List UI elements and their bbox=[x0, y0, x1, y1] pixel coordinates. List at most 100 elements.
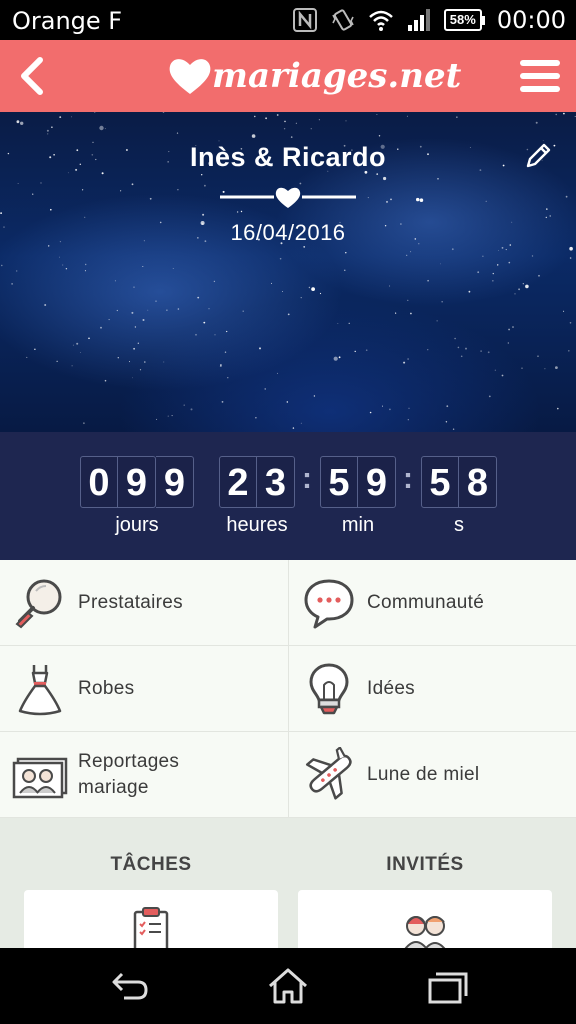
star bbox=[219, 365, 222, 367]
heart-logo-icon bbox=[169, 59, 211, 94]
star bbox=[345, 252, 347, 254]
star bbox=[139, 369, 142, 371]
carrier-name: Orange F bbox=[12, 7, 123, 35]
hours-label: heures bbox=[226, 514, 288, 536]
dress-icon bbox=[18, 664, 62, 715]
star bbox=[190, 408, 193, 411]
star bbox=[295, 122, 297, 124]
logo[interactable]: mariages.net bbox=[168, 48, 461, 104]
star bbox=[487, 351, 490, 354]
star bbox=[319, 292, 322, 295]
menu-item-idees[interactable]: Idées bbox=[288, 646, 576, 732]
menu-item-prestataires[interactable]: Prestataires bbox=[0, 560, 288, 646]
star bbox=[201, 174, 203, 176]
star bbox=[512, 326, 514, 328]
star bbox=[142, 266, 144, 267]
star bbox=[494, 369, 496, 371]
star bbox=[203, 321, 206, 324]
star bbox=[395, 312, 397, 314]
star bbox=[300, 422, 302, 424]
star bbox=[287, 313, 290, 316]
seconds-digit: 5 bbox=[421, 456, 459, 508]
recents-icon[interactable] bbox=[426, 966, 470, 1006]
star bbox=[221, 401, 224, 403]
star bbox=[99, 125, 104, 131]
star bbox=[406, 115, 408, 117]
minutes-label: min bbox=[341, 514, 375, 536]
star bbox=[565, 195, 568, 198]
star bbox=[120, 190, 122, 192]
star bbox=[457, 346, 460, 349]
star bbox=[286, 401, 288, 403]
pencil-icon[interactable] bbox=[522, 140, 554, 172]
days-digit: 0 bbox=[80, 456, 118, 508]
chevron-left-icon[interactable] bbox=[10, 52, 58, 100]
feature-grid: Prestataires Communauté Robes Idées Repo… bbox=[0, 560, 576, 818]
star bbox=[333, 356, 338, 361]
star bbox=[129, 361, 130, 363]
menu-item-reportages[interactable]: Reportages mariage bbox=[0, 732, 288, 818]
star bbox=[183, 404, 185, 406]
star bbox=[545, 216, 547, 219]
star bbox=[465, 347, 467, 350]
menu-item-lune-de-miel[interactable]: Lune de miel bbox=[288, 732, 576, 818]
star bbox=[172, 268, 174, 269]
star bbox=[162, 112, 165, 113]
star bbox=[446, 405, 449, 408]
star bbox=[208, 308, 210, 310]
star bbox=[303, 246, 306, 248]
star bbox=[84, 270, 86, 272]
star bbox=[34, 348, 36, 350]
star bbox=[354, 350, 356, 353]
star bbox=[445, 421, 448, 423]
star bbox=[497, 264, 499, 266]
star bbox=[538, 274, 540, 277]
star bbox=[389, 285, 391, 287]
star bbox=[410, 251, 412, 253]
star bbox=[488, 395, 491, 398]
menu-item-label: Communauté bbox=[367, 591, 485, 613]
star bbox=[177, 308, 180, 310]
app-header: mariages.net bbox=[0, 40, 576, 112]
home-icon[interactable] bbox=[266, 966, 310, 1006]
star bbox=[213, 280, 216, 283]
back-icon[interactable] bbox=[108, 966, 152, 1006]
star bbox=[365, 349, 368, 351]
star bbox=[171, 415, 173, 417]
star bbox=[0, 212, 2, 214]
star bbox=[85, 263, 87, 266]
star bbox=[104, 128, 106, 130]
star bbox=[276, 114, 279, 116]
days-digit: 9 bbox=[156, 456, 194, 508]
star bbox=[40, 182, 42, 184]
star bbox=[264, 388, 266, 390]
star bbox=[537, 355, 539, 357]
star bbox=[456, 116, 458, 118]
tasks-title: TÂCHES bbox=[110, 854, 192, 875]
star bbox=[485, 200, 487, 202]
star bbox=[226, 330, 228, 333]
star bbox=[507, 342, 509, 344]
star bbox=[137, 342, 139, 344]
star bbox=[131, 183, 134, 186]
star bbox=[525, 284, 529, 289]
star bbox=[501, 247, 504, 249]
star bbox=[197, 296, 200, 299]
nfc-icon bbox=[292, 8, 317, 32]
speech-bubble-icon bbox=[304, 579, 354, 628]
hamburger-menu-icon[interactable] bbox=[518, 54, 562, 98]
menu-item-label: Idées bbox=[367, 677, 415, 699]
status-bar: Orange F 58% 00:00 bbox=[0, 0, 576, 40]
menu-item-communaute[interactable]: Communauté bbox=[288, 560, 576, 646]
star bbox=[521, 367, 523, 369]
star bbox=[451, 248, 454, 251]
star bbox=[468, 290, 471, 293]
signal-icon bbox=[407, 9, 430, 31]
minutes-digit: 5 bbox=[320, 456, 358, 508]
star bbox=[149, 197, 152, 200]
countdown: 0 9 9 2 3 : 5 9 : 5 8 jours heures min s bbox=[0, 432, 576, 560]
menu-item-robes[interactable]: Robes bbox=[0, 646, 288, 732]
star bbox=[59, 116, 62, 118]
seconds-counter: 5 8 bbox=[421, 456, 497, 508]
star bbox=[290, 136, 293, 138]
